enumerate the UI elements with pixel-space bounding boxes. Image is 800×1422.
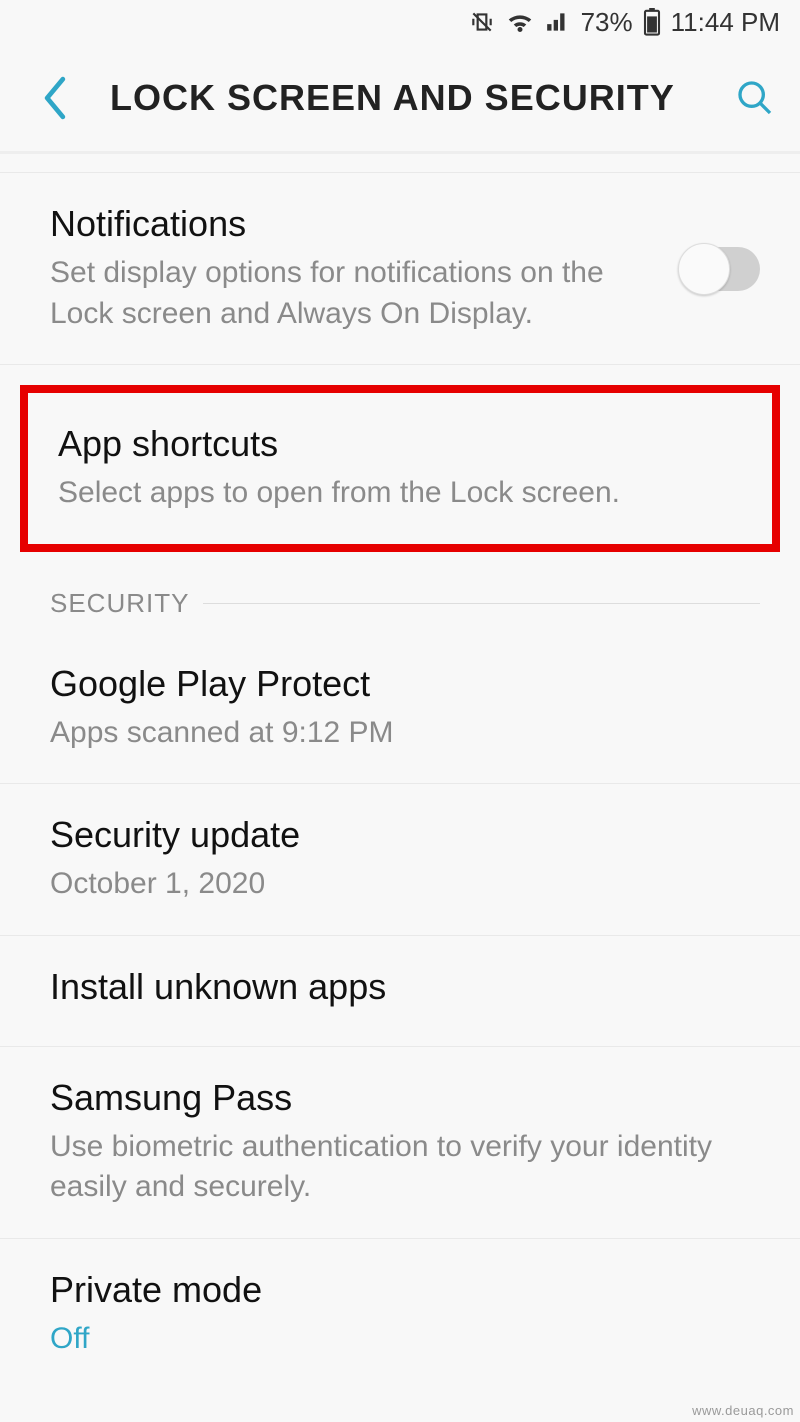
item-title: Install unknown apps [50, 966, 760, 1008]
item-notifications[interactable]: Notifications Set display options for no… [0, 172, 800, 365]
item-private-mode[interactable]: Private mode Off [0, 1239, 800, 1390]
wifi-icon [505, 9, 535, 35]
page-title: LOCK SCREEN AND SECURITY [80, 77, 730, 119]
item-samsung-pass[interactable]: Samsung Pass Use biometric authenticatio… [0, 1047, 800, 1239]
item-subtitle: Apps scanned at 9:12 PM [50, 713, 760, 754]
section-label: SECURITY [50, 588, 189, 619]
status-bar: 73% 11:44 PM [0, 0, 800, 44]
item-subtitle: Off [50, 1319, 760, 1360]
vibrate-icon [469, 9, 495, 35]
item-title: Notifications [50, 203, 660, 245]
notifications-toggle[interactable] [680, 247, 760, 291]
item-security-update[interactable]: Security update October 1, 2020 [0, 784, 800, 936]
item-subtitle: Use biometric authentication to verify y… [50, 1127, 760, 1208]
app-bar: LOCK SCREEN AND SECURITY [0, 44, 800, 154]
source-credit: www.deuaq.com [692, 1403, 794, 1418]
item-subtitle: October 1, 2020 [50, 864, 760, 905]
item-subtitle: Select apps to open from the Lock screen… [58, 473, 742, 514]
search-icon [735, 78, 775, 118]
clock: 11:44 PM [671, 7, 780, 38]
search-button[interactable] [730, 73, 780, 123]
battery-percentage: 73% [581, 7, 633, 38]
item-title: App shortcuts [58, 423, 742, 465]
item-title: Samsung Pass [50, 1077, 760, 1119]
settings-list: Notifications Set display options for no… [0, 172, 800, 1389]
item-title: Google Play Protect [50, 663, 760, 705]
item-play-protect[interactable]: Google Play Protect Apps scanned at 9:12… [0, 633, 800, 785]
item-title: Private mode [50, 1269, 760, 1311]
item-install-unknown[interactable]: Install unknown apps [0, 936, 800, 1047]
item-title: Security update [50, 814, 760, 856]
battery-icon [643, 8, 661, 36]
item-subtitle: Set display options for notifications on… [50, 253, 660, 334]
signal-icon [545, 9, 571, 35]
item-app-shortcuts[interactable]: App shortcuts Select apps to open from t… [20, 385, 780, 552]
back-button[interactable] [30, 73, 80, 123]
divider [203, 603, 760, 604]
toggle-knob [678, 243, 730, 295]
chevron-left-icon [41, 76, 69, 120]
section-header-security: SECURITY [0, 574, 800, 633]
